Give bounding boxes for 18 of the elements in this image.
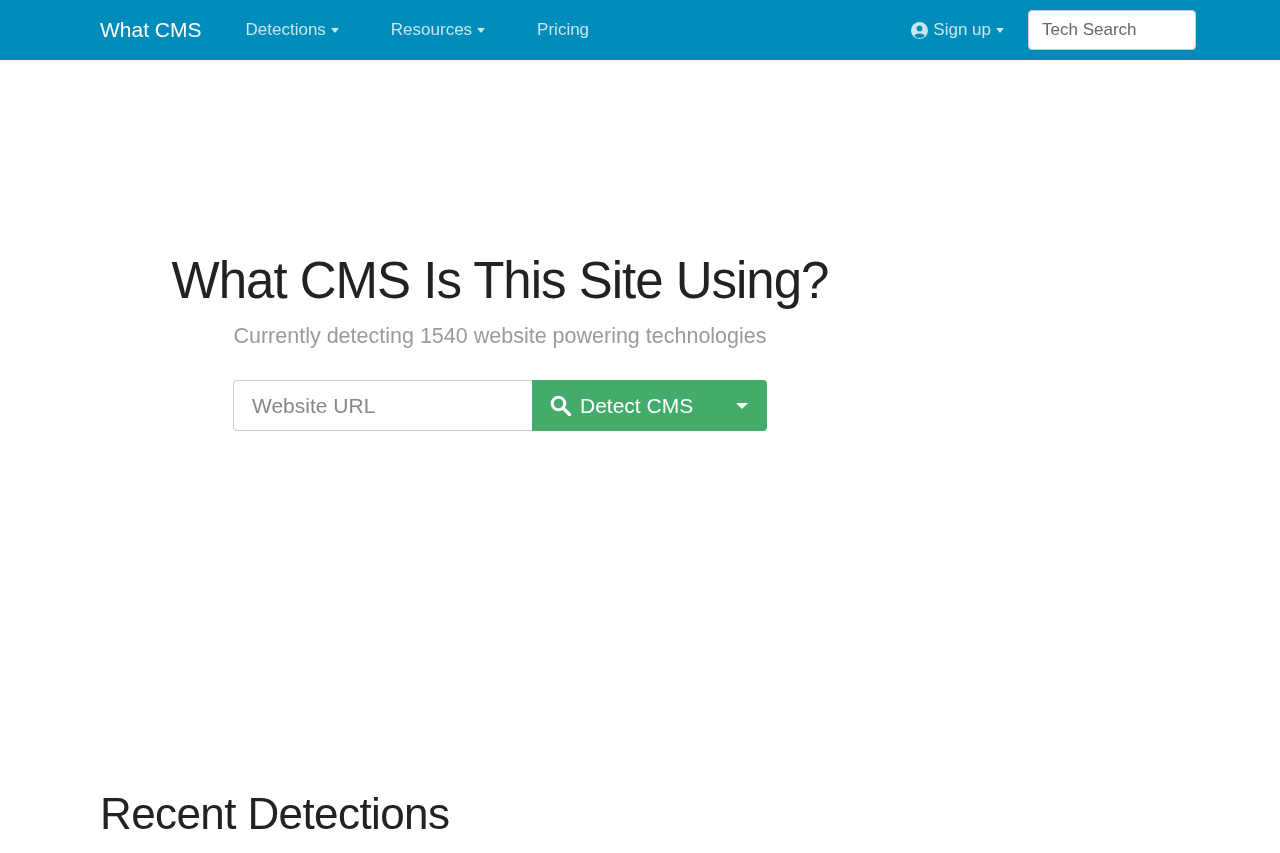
- caret-icon: [735, 402, 748, 409]
- detect-cms-button[interactable]: Detect CMS: [532, 380, 716, 432]
- website-url-field[interactable]: Website URL: [233, 380, 532, 432]
- caret-icon: [330, 27, 339, 33]
- caret-icon: [996, 27, 1004, 33]
- hero-title: What CMS Is This Site Using?: [171, 251, 829, 311]
- sign-up-link[interactable]: Sign up: [911, 12, 1004, 48]
- dropdown-toggle-button[interactable]: [716, 380, 767, 432]
- caret-icon: [477, 27, 486, 33]
- tech-search-field[interactable]: Tech Search: [1028, 10, 1196, 50]
- section-heading: Recent Detections: [100, 788, 451, 841]
- brand-link[interactable]: What CMS: [100, 18, 202, 42]
- search-icon: [550, 395, 571, 417]
- hero-subtitle: Currently detecting 1540 website powering technologies: [233, 323, 767, 351]
- nav-link[interactable]: Detections: [219, 12, 365, 48]
- nav-link[interactable]: Pricing: [511, 12, 616, 48]
- user-circle-icon: [911, 21, 929, 39]
- nav-link[interactable]: Resources: [364, 12, 512, 48]
